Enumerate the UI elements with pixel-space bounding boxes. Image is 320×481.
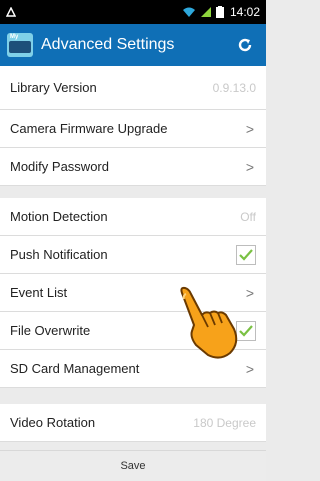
push-notification-row[interactable]: Push Notification <box>0 236 266 274</box>
refresh-button[interactable] <box>234 34 256 56</box>
push-notification-checkbox[interactable] <box>236 244 256 265</box>
library-version-label: Library Version <box>10 80 97 95</box>
section-divider <box>0 186 266 198</box>
section-divider <box>0 388 266 404</box>
signal-icon <box>200 7 211 17</box>
chevron-right-icon: > <box>245 360 255 377</box>
motion-detection-value: Off <box>240 209 256 224</box>
action-bar: My Advanced Settings <box>0 24 266 66</box>
motion-detection-row[interactable]: Motion Detection Off <box>0 198 266 236</box>
chevron-right-icon: > <box>245 120 255 137</box>
battery-icon <box>215 6 224 18</box>
video-rotation-value: 180 Degree <box>193 415 256 430</box>
camera-firmware-upgrade-row[interactable]: Camera Firmware Upgrade > <box>0 110 266 148</box>
app-logo-icon: My <box>7 33 33 57</box>
library-version-value: 0.9.13.0 <box>212 80 256 95</box>
motion-detection-label: Motion Detection <box>10 209 108 224</box>
camera-firmware-upgrade-label: Camera Firmware Upgrade <box>10 121 168 136</box>
modify-password-row[interactable]: Modify Password > <box>0 148 266 186</box>
save-bar: Save <box>0 450 266 481</box>
notification-icon <box>6 7 16 17</box>
status-time: 14:02 <box>229 5 260 19</box>
status-right: 14:02 <box>182 5 260 19</box>
video-rotation-row[interactable]: Video Rotation 180 Degree <box>0 404 266 442</box>
chevron-right-icon: > <box>245 284 255 301</box>
pointing-hand-icon <box>180 286 238 359</box>
library-version-row: Library Version 0.9.13.0 <box>0 66 266 110</box>
status-bar: 14:02 <box>0 0 266 24</box>
status-left <box>6 7 182 17</box>
push-notification-label: Push Notification <box>10 247 108 262</box>
chevron-right-icon: > <box>245 158 255 175</box>
sd-card-management-label: SD Card Management <box>10 361 140 376</box>
video-rotation-label: Video Rotation <box>10 415 96 430</box>
wifi-icon <box>182 7 195 17</box>
page-title: Advanced Settings <box>41 36 175 53</box>
modify-password-label: Modify Password <box>10 159 109 174</box>
checkmark-icon <box>239 248 253 261</box>
save-button[interactable]: Save <box>0 451 266 481</box>
refresh-icon <box>238 38 252 52</box>
settings-list: Library Version 0.9.13.0 Camera Firmware… <box>0 66 266 450</box>
